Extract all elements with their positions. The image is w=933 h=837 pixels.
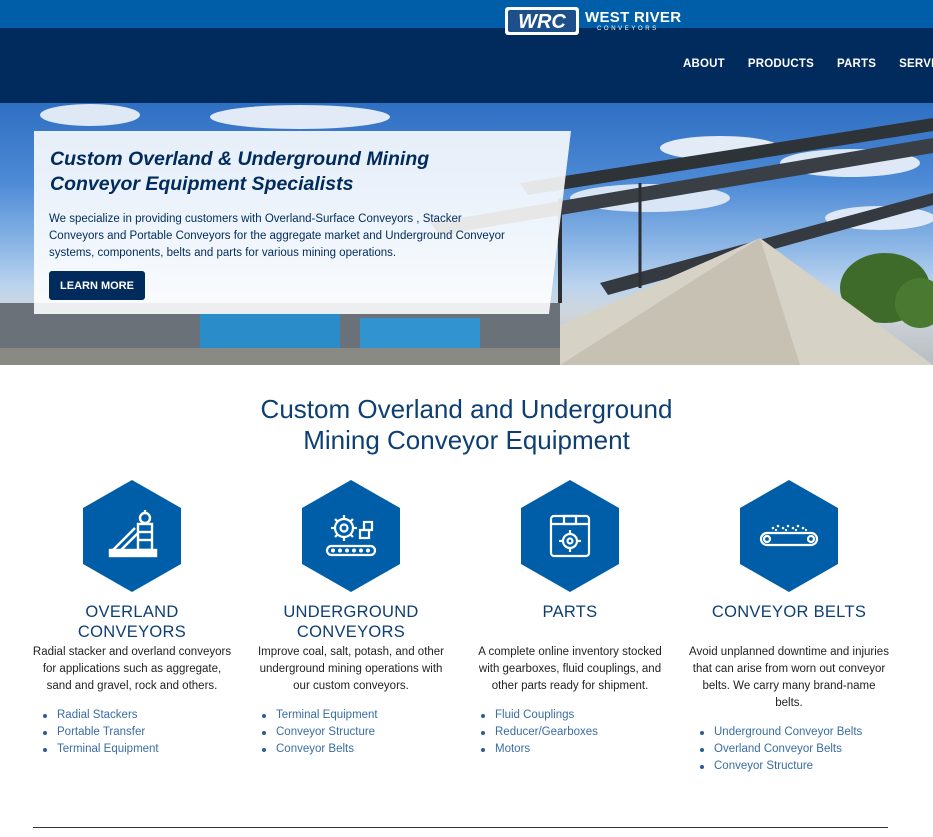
card-description: Improve coal, salt, potash, and other un… xyxy=(257,646,445,692)
parts-box-icon[interactable] xyxy=(521,480,619,592)
card-underground-conveyors: UNDERGROUND CONVEYORS Improve coal, salt… xyxy=(251,480,451,758)
link-overland-conveyor-belts[interactable]: Overland Conveyor Belts xyxy=(689,741,889,758)
link-motors[interactable]: Motors xyxy=(470,741,670,758)
card-title-line2: CONVEYORS xyxy=(296,623,406,641)
main-nav: ABOUT PRODUCTS PARTS SERVICES xyxy=(683,58,933,70)
link-terminal-equipment[interactable]: Terminal Equipment xyxy=(32,741,232,758)
link-conveyor-structure[interactable]: Conveyor Structure xyxy=(689,758,889,775)
hero-banner: Custom Overland & Underground Mining Con… xyxy=(0,103,933,365)
conveyor-belt-icon[interactable] xyxy=(740,480,838,592)
hero-description: We specialize in providing customers wit… xyxy=(49,213,505,259)
card-description: Radial stacker and overland conveyors fo… xyxy=(32,646,232,692)
link-conveyor-belts[interactable]: Conveyor Belts xyxy=(251,741,451,758)
card-title-line1: UNDERGROUND xyxy=(283,603,419,621)
hero-panel: Custom Overland & Underground Mining Con… xyxy=(34,131,571,314)
learn-more-button[interactable]: LEARN MORE xyxy=(49,271,145,300)
card-overland-conveyors: OVERLAND CONVEYORS Radial stacker and ov… xyxy=(32,480,232,758)
card-title-line1: CONVEYOR BELTS xyxy=(711,603,867,621)
card-link-list: Underground Conveyor Belts Overland Conv… xyxy=(689,724,889,775)
card-title-line1: PARTS xyxy=(542,603,598,621)
top-bar xyxy=(0,0,933,28)
logo-name: WEST RIVER xyxy=(585,9,682,26)
section-title-line2: Mining Conveyor Equipment xyxy=(303,425,630,455)
link-underground-conveyor-belts[interactable]: Underground Conveyor Belts xyxy=(689,724,889,741)
nav-about[interactable]: ABOUT xyxy=(683,58,725,70)
link-conveyor-structure[interactable]: Conveyor Structure xyxy=(251,724,451,741)
card-conveyor-belts: CONVEYOR BELTS Avoid unplanned downtime … xyxy=(689,480,889,775)
card-title[interactable]: PARTS xyxy=(470,602,670,622)
footer-divider xyxy=(33,827,888,828)
hero-title: Custom Overland & Underground Mining Con… xyxy=(50,148,430,195)
card-parts: PARTS A complete online inventory stocke… xyxy=(470,480,670,758)
card-title-line1: OVERLAND xyxy=(85,603,179,621)
card-link-list: Fluid Couplings Reducer/Gearboxes Motors xyxy=(470,707,670,758)
mine-headframe-icon[interactable] xyxy=(83,480,181,592)
card-title[interactable]: CONVEYOR BELTS xyxy=(689,602,889,622)
nav-services[interactable]: SERVICES xyxy=(899,58,933,70)
link-portable-transfer[interactable]: Portable Transfer xyxy=(32,724,232,741)
nav-parts[interactable]: PARTS xyxy=(837,58,876,70)
nav-products[interactable]: PRODUCTS xyxy=(748,58,814,70)
logo-mark-icon: WRC xyxy=(505,7,579,35)
link-fluid-couplings[interactable]: Fluid Couplings xyxy=(470,707,670,724)
card-link-list: Terminal Equipment Conveyor Structure Co… xyxy=(251,707,451,758)
logo-subtitle: CONVEYORS xyxy=(597,26,659,32)
section-title-line1: Custom Overland and Underground xyxy=(260,394,673,424)
card-description: A complete online inventory stocked with… xyxy=(478,646,662,692)
link-terminal-equipment[interactable]: Terminal Equipment xyxy=(251,707,451,724)
card-description: Avoid unplanned downtime and injuries th… xyxy=(689,646,889,709)
svg-text:WRC: WRC xyxy=(518,11,566,33)
card-title[interactable]: OVERLAND CONVEYORS xyxy=(32,602,232,642)
link-radial-stackers[interactable]: Radial Stackers xyxy=(32,707,232,724)
card-title[interactable]: UNDERGROUND CONVEYORS xyxy=(251,602,451,642)
site-logo[interactable]: WRC WEST RIVER CONVEYORS xyxy=(505,6,681,36)
link-reducer-gearboxes[interactable]: Reducer/Gearboxes xyxy=(470,724,670,741)
gear-conveyor-icon[interactable] xyxy=(302,480,400,592)
card-link-list: Radial Stackers Portable Transfer Termin… xyxy=(32,707,232,758)
section-title: Custom Overland and Underground Mining C… xyxy=(0,394,933,456)
card-title-line2: CONVEYORS xyxy=(77,623,187,641)
